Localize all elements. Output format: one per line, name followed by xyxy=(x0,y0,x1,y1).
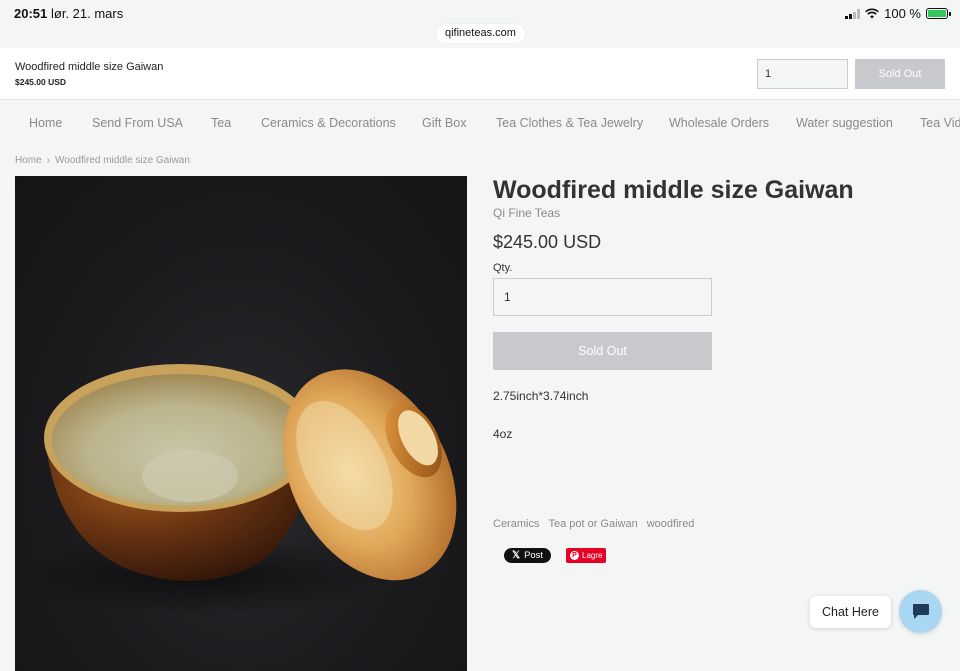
sticky-quantity-input[interactable] xyxy=(757,59,848,89)
nav-item-water-suggestion[interactable]: Water suggestion xyxy=(796,116,893,130)
nav-item-home[interactable]: Home xyxy=(29,116,62,130)
tag-link[interactable]: woodfired xyxy=(647,518,695,530)
nav-item-ceramics-decorations[interactable]: Ceramics & Decorations xyxy=(261,116,396,130)
x-post-label: Post xyxy=(524,550,544,561)
status-time: 20:51 xyxy=(14,6,48,21)
product-title: Woodfired middle size Gaiwan xyxy=(493,176,854,204)
quantity-label: Qty. xyxy=(493,262,513,274)
chat-label[interactable]: Chat Here xyxy=(810,596,891,628)
product-vendor[interactable]: Qi Fine Teas xyxy=(493,206,560,220)
sold-out-button[interactable]: Sold Out xyxy=(493,332,712,370)
status-bar: 20:51 lør. 21. mars 100 % qifineteas.com xyxy=(0,0,960,48)
pinterest-save-button[interactable]: P Lagre xyxy=(566,548,607,563)
x-logo-icon: 𝕏 xyxy=(512,550,521,561)
wifi-icon xyxy=(865,8,879,19)
product-dimensions: 2.75inch*3.74inch xyxy=(493,389,589,403)
gaiwan-illustration xyxy=(15,364,457,616)
nav-item-gift-box[interactable]: Gift Box xyxy=(422,116,466,130)
tag-link[interactable]: Tea pot or Gaiwan xyxy=(548,518,637,530)
nav-item-tea-clothes-jewelry[interactable]: Tea Clothes & Tea Jewelry xyxy=(496,116,643,130)
nav-item-tea-videos[interactable]: Tea Vid xyxy=(920,116,960,130)
product-tags: Ceramics Tea pot or Gaiwan woodfired xyxy=(493,518,703,530)
sticky-product-price: $245.00 USD xyxy=(15,77,67,87)
quantity-input[interactable] xyxy=(493,278,712,316)
status-indicators: 100 % xyxy=(845,6,951,21)
breadcrumb-home[interactable]: Home xyxy=(15,155,42,166)
nav-item-wholesale-orders[interactable]: Wholesale Orders xyxy=(669,116,769,130)
pinterest-save-label: Lagre xyxy=(582,551,603,560)
x-post-button[interactable]: 𝕏 Post xyxy=(504,548,552,563)
pinterest-logo-icon: P xyxy=(570,551,579,560)
breadcrumb-current: Woodfired middle size Gaiwan xyxy=(55,155,190,166)
sticky-product-title: Woodfired middle size Gaiwan xyxy=(15,61,164,73)
product-volume: 4oz xyxy=(493,427,513,441)
sticky-sold-out-button[interactable]: Sold Out xyxy=(855,59,945,89)
battery-percent: 100 % xyxy=(884,6,921,21)
product-image[interactable] xyxy=(15,176,467,671)
product-price: $245.00 USD xyxy=(493,232,602,252)
nav-item-tea[interactable]: Tea xyxy=(211,116,231,130)
main-navigation: Home Send From USA Tea Ceramics & Decora… xyxy=(0,100,960,146)
cellular-signal-icon xyxy=(845,8,861,19)
breadcrumb: Home › Woodfired middle size Gaiwan xyxy=(15,155,190,166)
chat-button[interactable] xyxy=(899,590,942,633)
chat-bubble-icon xyxy=(912,604,929,619)
status-date: lør. 21. mars xyxy=(51,6,124,21)
address-bar[interactable]: qifineteas.com xyxy=(436,24,525,43)
breadcrumb-separator: › xyxy=(46,155,51,166)
battery-icon xyxy=(926,8,951,19)
sticky-product-bar: Woodfired middle size Gaiwan $245.00 USD… xyxy=(0,48,960,100)
nav-item-send-from-usa[interactable]: Send From USA xyxy=(92,116,183,130)
tag-link[interactable]: Ceramics xyxy=(493,518,539,530)
